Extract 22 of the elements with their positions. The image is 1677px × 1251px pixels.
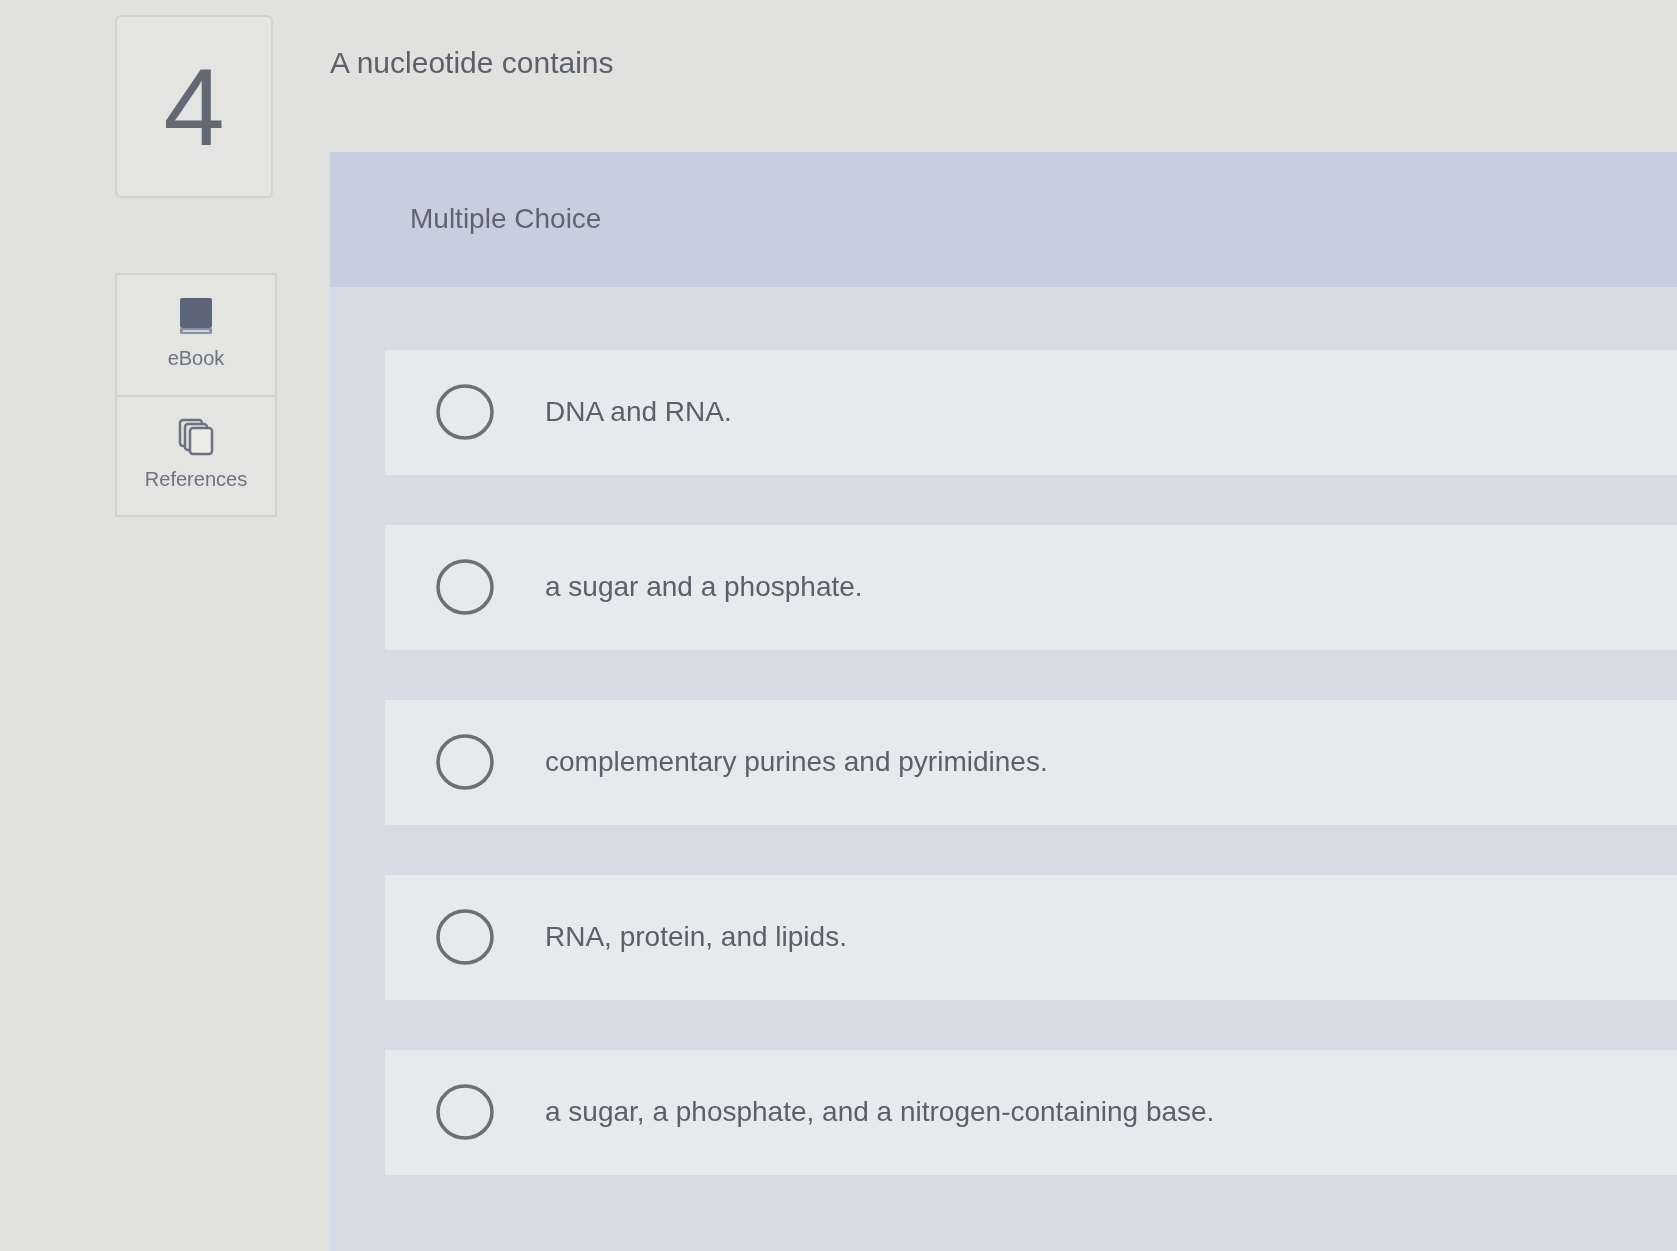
option-text: complementary purines and pyrimidines.: [545, 745, 1048, 779]
tool-button[interactable]: References: [117, 395, 275, 515]
option-text: a sugar and a phosphate.: [545, 570, 863, 604]
tool-button[interactable]: eBook: [117, 275, 275, 395]
book-icon: [179, 297, 213, 335]
radio-button[interactable]: [436, 734, 494, 790]
pages-icon: [178, 418, 214, 456]
answer-option[interactable]: a sugar and a phosphate.: [385, 524, 1677, 650]
answer-option[interactable]: RNA, protein, and lipids.: [385, 874, 1677, 1000]
radio-button[interactable]: [436, 559, 494, 615]
radio-button[interactable]: [436, 384, 494, 440]
question-text: A nucleotide contains: [330, 45, 615, 81]
question-number: 4: [115, 15, 273, 198]
radio-button[interactable]: [436, 1084, 494, 1140]
panel-title: Multiple Choice: [410, 202, 602, 236]
option-text: RNA, protein, and lipids.: [545, 920, 847, 954]
answer-option[interactable]: complementary purines and pyrimidines.: [385, 699, 1677, 825]
radio-button[interactable]: [436, 909, 494, 965]
option-text: a sugar, a phosphate, and a nitrogen-containing base.: [545, 1095, 1215, 1129]
answer-option[interactable]: a sugar, a phosphate, and a nitrogen-containing base.: [385, 1049, 1677, 1175]
answer-option[interactable]: DNA and RNA.: [385, 349, 1677, 475]
option-text: DNA and RNA.: [545, 395, 732, 429]
